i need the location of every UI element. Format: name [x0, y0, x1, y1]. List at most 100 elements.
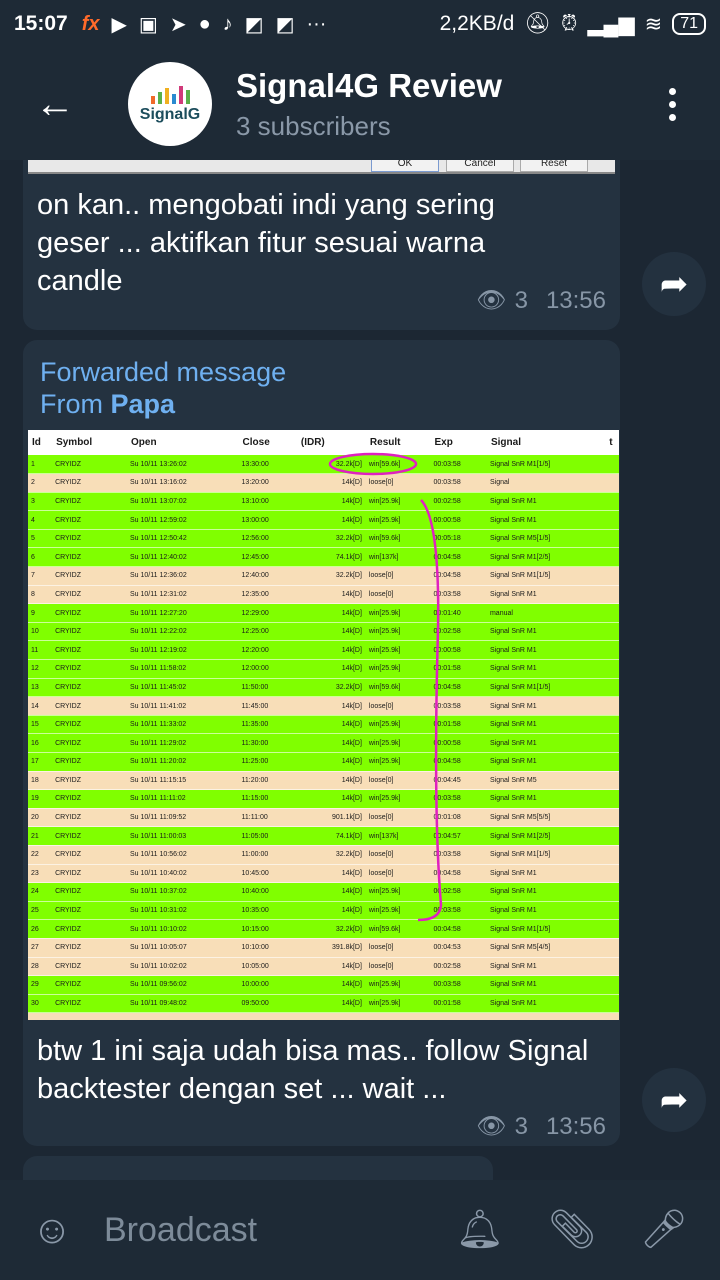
back-button[interactable]: ←	[0, 82, 110, 127]
table-cell: CRYIDZ	[52, 547, 128, 568]
table-row: 24 CRYIDZ Su 10/11 10:37:02 10:40:00 14k[D] w…	[28, 882, 619, 902]
table-cell: Signal SnR M1	[486, 585, 606, 605]
table-cell: 16	[28, 733, 53, 753]
table-cell: 11:25:00	[238, 752, 297, 772]
table-cell: 32.2k[D]	[296, 845, 366, 865]
table-body: 1 CRYIDZ Su 10/11 13:26:02 13:30:00 32.2k[D]…	[28, 455, 619, 1014]
backtest-table-image[interactable]: Id Symbol Open Close (IDR) Result Exp Signal t 1…	[28, 430, 619, 1020]
table-cell: 22	[28, 845, 53, 865]
table-cell: 12:45:00	[238, 547, 297, 568]
table-cell: 14k[D]	[296, 864, 366, 884]
table-cell: Signal SnR M1	[486, 901, 606, 921]
table-cell: 00:02:58	[430, 492, 487, 512]
dialog-cancel-button: Cancel	[446, 160, 514, 172]
table-cell: CRYIDZ	[52, 919, 128, 939]
table-cell: 14k[D]	[296, 975, 366, 995]
table-cell: 20	[28, 808, 53, 828]
table-cell: 10:40:00	[238, 882, 297, 902]
table-cell: 14k[D]	[296, 603, 366, 623]
dialog-screenshot[interactable]: OK Cancel Reset	[28, 160, 615, 174]
table-header-cell: Exp	[430, 430, 487, 455]
table-cell: 14k[D]	[296, 696, 366, 716]
message-bubble-2[interactable]: Forwarded message From Papa Id Symbol Open…	[23, 340, 620, 1146]
table-cell: Su 10/11 12:36:02	[127, 566, 239, 586]
share-button-1[interactable]: ➦	[642, 252, 706, 316]
table-cell: Su 10/11 11:20:02	[127, 752, 239, 772]
channel-info[interactable]: Signal4G Review 3 subscribers	[236, 67, 652, 142]
table-cell: 11:30:00	[238, 733, 297, 753]
table-cell: 2	[28, 473, 53, 493]
table-cell: 14k[D]	[296, 752, 366, 772]
from-label: From	[40, 389, 103, 419]
table-cell: Su 10/11 11:09:52	[127, 808, 239, 828]
table-cell: 21	[28, 826, 53, 846]
table-cell: 10:45:00	[238, 864, 297, 884]
table-cell: 10:00:00	[238, 975, 297, 995]
table-cell: 74.1k[D]	[296, 826, 366, 846]
voice-record-button[interactable]: 🎤︎	[618, 1208, 710, 1252]
bell-icon: 🔔︎	[455, 1209, 505, 1251]
table-cell: Signal SnR M1[2/5]	[486, 547, 606, 568]
table-cell: 14k[D]	[296, 640, 366, 661]
table-cell: 00:04:58	[430, 752, 487, 772]
table-cell	[605, 603, 619, 623]
chat-history[interactable]: OK Cancel Reset on kan.. mengobati indi …	[0, 160, 720, 1180]
table-cell: 10:15:00	[238, 919, 297, 939]
sticker-button[interactable]: ☺	[0, 1208, 104, 1253]
paperclip-icon: 📎︎	[547, 1209, 597, 1251]
table-cell: loose[0]	[365, 808, 431, 828]
more-menu-button[interactable]	[652, 87, 692, 121]
table-cell: 00:04:58	[430, 566, 487, 586]
table-cell: Su 10/11 11:15:15	[127, 771, 239, 791]
broadcast-input[interactable]: Broadcast	[104, 1211, 434, 1250]
table-row: 27 CRYIDZ Su 10/11 10:05:07 10:10:00 391.8k[…	[28, 938, 619, 958]
table-cell	[605, 547, 619, 568]
message-bubble-3-partial[interactable]	[23, 1156, 493, 1180]
from-name[interactable]: Papa	[111, 389, 176, 419]
table-cell	[605, 938, 619, 958]
share-button-2[interactable]: ➦	[642, 1068, 706, 1132]
table-cell	[605, 678, 619, 698]
table-cell: Su 10/11 11:29:02	[127, 733, 239, 753]
channel-avatar[interactable]: SignalG	[128, 62, 212, 146]
table-cell: CRYIDZ	[52, 938, 128, 958]
telegram-icon: ➤	[169, 13, 187, 36]
notification-bell-button[interactable]: 🔔︎	[434, 1208, 526, 1252]
table-cell	[605, 566, 619, 586]
table-cell: 32.2k[D]	[296, 455, 366, 475]
table-cell: Signal SnR M1	[486, 696, 606, 716]
table-cell: CRYIDZ	[52, 510, 128, 530]
table-cell: loose[0]	[365, 566, 431, 586]
table-row: 21 CRYIDZ Su 10/11 11:00:03 11:05:00 74.1k[D…	[28, 826, 619, 846]
table-cell: win[25.9k]	[365, 882, 431, 902]
table-cell: Signal SnR M1	[486, 957, 606, 977]
table-cell: 00:03:58	[430, 585, 487, 605]
table-cell: 32.2k[D]	[296, 919, 366, 939]
table-cell: 11:50:00	[238, 678, 297, 698]
table-row: 22 CRYIDZ Su 10/11 10:56:02 11:00:00 32.2k[D…	[28, 845, 619, 865]
more-notifications-icon: ···	[306, 12, 327, 35]
forwarded-from[interactable]: From Papa	[40, 388, 286, 420]
table-cell: 30	[28, 994, 53, 1014]
table-cell: CRYIDZ	[52, 845, 128, 865]
table-cell: 00:04:58	[430, 678, 487, 698]
table-cell: Signal SnR M1	[486, 752, 606, 772]
table-cell: 11:11:00	[238, 808, 297, 828]
message-bubble-1[interactable]: OK Cancel Reset on kan.. mengobati indi …	[23, 160, 620, 330]
table-cell: Signal SnR M5[5/5]	[486, 808, 606, 828]
table-row: 23 CRYIDZ Su 10/11 10:40:02 10:45:00 14k[D] l…	[28, 864, 619, 884]
table-cell: Signal SnR M1	[486, 492, 606, 512]
table-cell	[605, 510, 619, 530]
table-cell: Signal SnR M1	[486, 659, 606, 679]
table-cell: 14k[D]	[296, 733, 366, 753]
attach-button[interactable]: 📎︎	[526, 1208, 618, 1252]
table-cell: Signal SnR M1[1/5]	[486, 919, 606, 939]
table-cell: 901.1k[D]	[296, 808, 366, 828]
table-header-cell: Result	[365, 430, 431, 455]
table-cell: Su 10/11 12:31:02	[127, 585, 239, 605]
table-cell: 00:04:58	[430, 919, 487, 939]
table-cell: CRYIDZ	[52, 585, 128, 605]
view-count: 3	[514, 286, 528, 314]
table-row: 11 CRYIDZ Su 10/11 12:19:02 12:20:00 14k[D] w…	[28, 640, 619, 661]
table-cell: 23	[28, 864, 53, 884]
